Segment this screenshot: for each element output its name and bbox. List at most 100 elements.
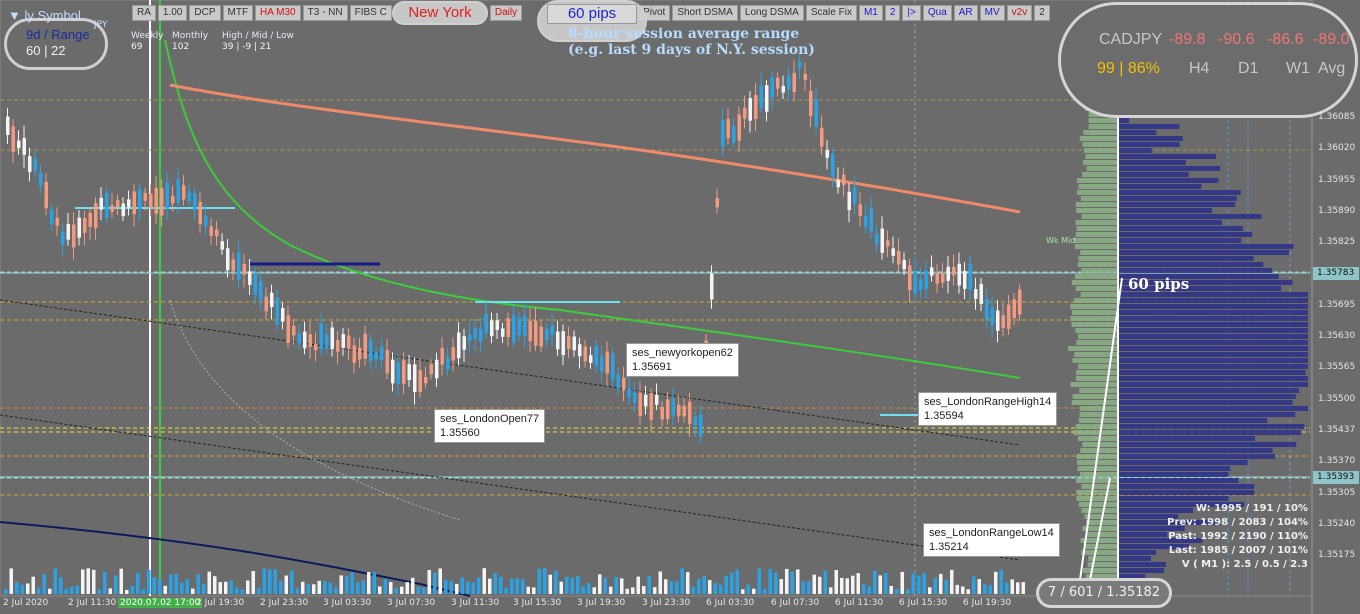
candle-body [88,212,92,227]
candle-body [220,241,224,250]
volume-profile-blue [1118,454,1276,459]
stats-past: Past: 1992 / 2190 / 110% [1168,531,1308,542]
volume-bar [262,568,266,594]
toolbar-button-11[interactable]: Short DSMA [672,5,738,21]
candle-body [182,185,186,200]
candle-body [600,356,604,372]
volume-profile-green [1070,316,1118,321]
candle-body [985,298,989,320]
volume-profile-green [1085,154,1118,159]
volume-bar [103,572,107,594]
candle-body [446,357,450,371]
candle-body [946,266,950,281]
candle-body [638,392,642,417]
candle-body [11,126,15,152]
volume-bar [614,577,618,594]
toolbar-button-3[interactable]: MTF [222,5,254,21]
candle-body [121,203,125,217]
toolbar-button-21[interactable]: 2 [1034,5,1050,21]
volume-profile-green [1082,172,1118,177]
volume-bar [312,584,316,594]
candle-body [94,203,98,229]
heatmap-value-h4: -89.8 [1169,31,1206,48]
toolbar-button-20[interactable]: v2v [1006,5,1033,21]
candle-body [484,314,488,334]
volume-profile-green [1088,118,1118,123]
volume-bar [603,578,607,594]
volume-bar [405,582,409,594]
volume-bar [92,569,96,594]
session-selector[interactable]: New York [392,1,488,25]
volume-bar [130,586,134,594]
candle-body [990,307,994,326]
time-tick: 3 Jul 03:30 [323,598,372,608]
volume-profile-blue [1118,328,1308,333]
candle-body [187,191,191,202]
candle-body [61,231,65,245]
candle-body [974,289,978,299]
symbol-menu[interactable]: ▼ ly Symbol [8,8,81,23]
toolbar-button-4[interactable]: HA M30 [255,5,301,21]
toolbar-button-13[interactable]: Scale Fix [805,5,857,21]
volume-profile-blue [1118,484,1255,489]
volume-profile-green [1075,376,1118,381]
volume-bar [141,589,145,594]
volume-bar [873,570,877,594]
volume-profile-green [1078,418,1118,423]
volume-profile-green [1081,508,1118,513]
toolbar-button-0[interactable]: RA [132,5,156,21]
stats-last: Last: 1985 / 2007 / 101% [1168,545,1308,556]
toolbar-button-17[interactable]: Qua [922,5,952,21]
volume-profile-blue [1118,136,1183,141]
bottom-info: 7 / 601 / 1.35182 [1036,578,1172,608]
callout-london-range-high-name: ses_LondonRangeHigh14 [924,396,1052,408]
candle-body [941,272,945,283]
volume-bar [26,583,30,594]
candle-body [996,310,1000,331]
candle-body [710,273,714,300]
toolbar-button-16[interactable]: |> [902,5,921,21]
wk-mid-label: Wk Mid [1046,236,1076,245]
volume-bar [845,578,849,594]
callout-newyork-open: ses_newyorkopen62 1.35691 [626,343,739,377]
toolbar-button-12[interactable]: Long DSMA [739,5,804,21]
volume-bar [455,583,459,594]
toolbar-button-14[interactable]: M1 [858,5,883,21]
volume-bar [521,579,525,594]
volume-bar [658,571,662,594]
toolbar-button-8[interactable]: Daily [489,5,523,21]
volume-profile-green [1080,292,1118,297]
candle-body [968,263,972,291]
volume-bar [108,588,112,594]
toolbar-button-19[interactable]: MV [979,5,1005,21]
volume-bar [356,582,360,594]
candle-body [413,364,417,392]
time-tick: 6 Jul 15:30 [899,598,948,608]
toolbar-button-5[interactable]: T3 - NN [302,5,348,21]
callout-london-range-high-value: 1.35594 [924,410,964,422]
toolbar-button-2[interactable]: DCP [189,5,221,21]
volume-bar [763,588,767,594]
volume-bar [383,579,387,594]
volume-bar [554,570,558,594]
candle-body [831,153,835,178]
candle-body [682,405,686,417]
volume-bar [895,588,899,594]
stats-volume: V ( M1 ): 2.5 / 0.5 / 2.3 [1181,559,1308,570]
candle-body [1018,289,1022,315]
candle-body [171,195,175,204]
candle-body [6,116,10,135]
toolbar-button-1[interactable]: 1.00 [157,5,188,21]
volume-profile-green [1071,400,1118,405]
volume-profile-green [1077,262,1118,267]
volume-profile-blue [1118,178,1219,183]
candle-body [864,215,868,228]
candle-body [589,355,593,363]
volume-profile-blue [1118,430,1301,435]
toolbar-button-18[interactable]: AR [953,5,978,21]
time-tick: 6 Jul 19:30 [963,598,1012,608]
candle-body [440,347,444,365]
toolbar-button-6[interactable]: FIBS C [349,5,392,21]
candle-body [209,226,213,236]
toolbar-button-15[interactable]: 2 [884,5,901,21]
